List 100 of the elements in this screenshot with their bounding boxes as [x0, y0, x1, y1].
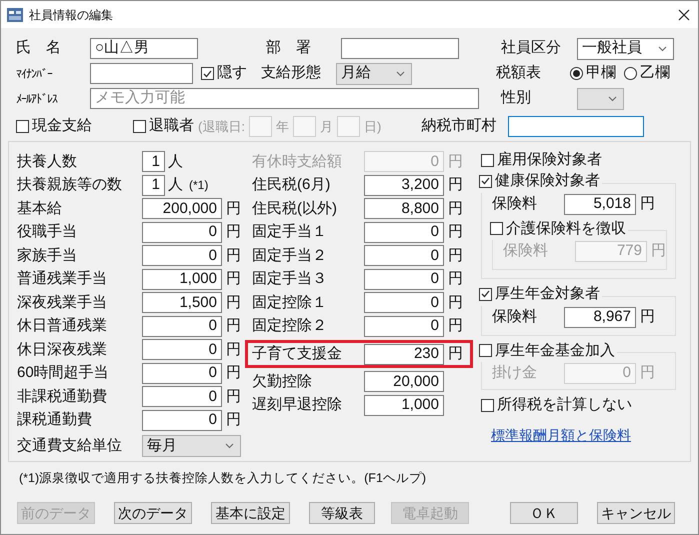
checkbox-label[interactable]: 雇用保険対象者 — [497, 148, 602, 172]
unit-label: 円 — [226, 410, 241, 430]
radio-label[interactable]: 乙欄 — [640, 62, 670, 85]
amount-field[interactable]: 0 — [142, 245, 222, 266]
amount-field[interactable]: 0 — [142, 362, 222, 384]
amount-field[interactable]: 20,000 — [364, 371, 444, 392]
dialog-button[interactable]: キャンセル — [597, 502, 675, 524]
dropdown[interactable]: 一般社員 — [577, 38, 674, 60]
department-field[interactable] — [341, 38, 459, 59]
amount-field[interactable]: 0 — [142, 410, 222, 431]
unit-label: 円 — [448, 269, 463, 289]
field-label: 固定控除２ — [252, 316, 328, 336]
radio-button[interactable] — [570, 67, 583, 80]
amount-field[interactable]: 1,000 — [364, 394, 444, 416]
field-label: 部 署 — [266, 38, 312, 58]
unit-label: 円 — [640, 363, 655, 384]
dropdown[interactable]: 毎月 — [142, 434, 241, 457]
municipality-field[interactable] — [508, 116, 644, 137]
dialog-button[interactable]: 等級表 — [309, 502, 375, 524]
field-label: 保険料 — [492, 306, 538, 327]
count-field[interactable]: 1 — [142, 151, 165, 172]
checkbox[interactable] — [16, 120, 29, 133]
dialog-button[interactable]: 基本に設定 — [211, 502, 290, 524]
date-field[interactable] — [248, 116, 272, 137]
checkbox[interactable] — [133, 120, 146, 133]
field-label: 支給形態 — [261, 63, 322, 84]
email-field[interactable]: メモ入力可能 — [90, 88, 479, 109]
field-label: ﾏｲﾅﾝﾊﾞｰ — [16, 66, 54, 82]
field-label: 氏 名 — [16, 38, 62, 58]
checkbox-label[interactable]: 厚生年金基金加入 — [495, 340, 615, 362]
count-field[interactable]: 1 — [142, 174, 165, 196]
field-label: 子育て支援金 — [252, 344, 343, 364]
amount-field[interactable]: 0 — [142, 222, 222, 243]
amount-field[interactable]: 0 — [364, 245, 444, 266]
field-label: 普通残業手当 — [17, 269, 108, 289]
dialog-button[interactable]: ＯＫ — [510, 502, 578, 524]
amount-field[interactable]: 0 — [364, 292, 444, 314]
checkbox[interactable] — [479, 344, 492, 358]
checkbox-label[interactable]: 退職者 — [149, 115, 194, 138]
field-label: 住民税(以外) — [252, 198, 338, 218]
amount-field[interactable]: 0 — [142, 339, 222, 360]
field-label: ﾒｰﾙｱﾄﾞﾚｽ — [16, 90, 58, 108]
field-label: 60時間超手当 — [17, 363, 110, 383]
checkbox-label[interactable]: 所得税を計算しない — [497, 394, 632, 416]
checkbox[interactable] — [481, 398, 494, 412]
unit-label: 円 — [226, 269, 241, 289]
field-label: 課税通勤費 — [17, 410, 93, 430]
checkbox[interactable] — [481, 154, 494, 166]
unit-label: 円 — [226, 316, 241, 336]
help-link[interactable]: 標準報酬月額と保険料 — [491, 424, 631, 446]
checkbox-label[interactable]: 現金支給 — [32, 115, 92, 138]
field-label: 固定手当３ — [252, 269, 328, 289]
unit-label: 円 — [448, 222, 463, 242]
unit-label: 円 — [448, 292, 463, 312]
unit-label: 円 — [226, 198, 241, 218]
checkbox[interactable] — [479, 174, 492, 188]
amount-field[interactable]: 1,500 — [142, 292, 222, 314]
close-icon[interactable] — [678, 8, 690, 20]
checkbox[interactable] — [490, 222, 503, 236]
unit-label: 人 — [168, 175, 183, 195]
date-field[interactable] — [292, 116, 316, 137]
amount-field[interactable]: 0 — [364, 316, 444, 337]
field-label: 交通費支給単位 — [17, 436, 123, 456]
note-label: (*1) — [189, 177, 208, 194]
date-label: 月 — [320, 118, 333, 136]
amount-field[interactable]: 3,200 — [364, 174, 444, 196]
window-title: 社員情報の編集 — [29, 6, 114, 24]
amount-field[interactable]: 0 — [364, 222, 444, 243]
amount-field[interactable]: 1,000 — [142, 268, 222, 290]
amount-field[interactable]: 0 — [142, 316, 222, 337]
field-label: 固定控除１ — [252, 292, 328, 312]
amount-field[interactable]: 230 — [364, 344, 444, 364]
dialog-button[interactable]: 次のデータ — [114, 502, 192, 524]
unit-label: 円 — [651, 241, 666, 262]
checkbox[interactable] — [201, 67, 214, 80]
field-label: 遅刻早退控除 — [252, 395, 343, 415]
radio-label[interactable]: 甲欄 — [586, 62, 616, 85]
date-field[interactable] — [336, 116, 360, 137]
amount-field[interactable]: 200,000 — [142, 198, 222, 220]
chevron-down-icon — [658, 46, 667, 52]
dropdown[interactable]: 月給 — [336, 62, 412, 84]
field-label: 納税市町村 — [421, 116, 498, 136]
date-label: (退職日: — [198, 118, 245, 136]
field-label: 休日深夜残業 — [17, 340, 108, 360]
checkbox[interactable] — [479, 288, 492, 301]
unit-label: 円 — [640, 306, 655, 327]
amount-field[interactable]: 0 — [142, 386, 222, 408]
unit-label: 円 — [448, 316, 463, 336]
field-label: 役職手当 — [17, 222, 78, 242]
date-label: 年 — [276, 118, 289, 136]
amount-field[interactable]: 0 — [364, 268, 444, 290]
checkbox-label[interactable]: 隠す — [217, 62, 247, 85]
amount-field[interactable]: 8,800 — [364, 198, 444, 220]
unit-label: 円 — [448, 152, 463, 172]
unit-label: 円 — [448, 175, 463, 195]
name-field[interactable]: ○山△男 — [90, 38, 198, 59]
amount-field[interactable]: 8,967 — [564, 306, 636, 328]
amount-field[interactable]: 5,018 — [564, 194, 636, 214]
my-number-field[interactable] — [90, 63, 193, 84]
radio-button[interactable] — [624, 67, 637, 80]
